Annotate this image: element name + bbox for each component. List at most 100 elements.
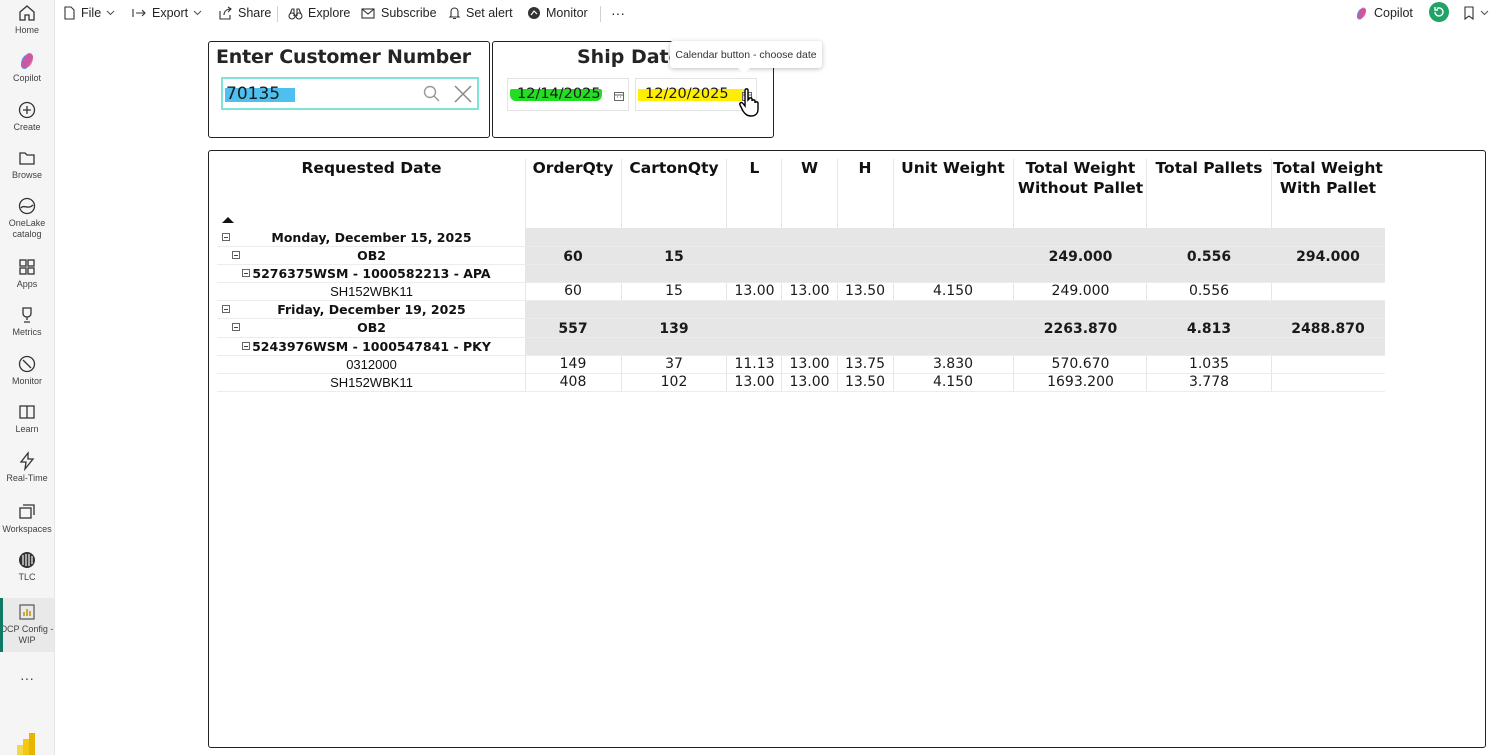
refresh-button[interactable] bbox=[1429, 2, 1449, 22]
copilot-button[interactable]: Copilot bbox=[1354, 4, 1413, 22]
end-date-value: 12/20/2025 bbox=[645, 86, 729, 102]
cell-h: 13.75 bbox=[844, 356, 886, 372]
nav-browse[interactable]: Browse bbox=[0, 148, 54, 181]
nav-home[interactable]: Home bbox=[0, 3, 54, 36]
bookmark-icon bbox=[1464, 6, 1474, 20]
share-button[interactable]: Share bbox=[218, 4, 271, 22]
customer-search-box[interactable] bbox=[221, 77, 479, 110]
bell-icon bbox=[448, 7, 461, 20]
close-icon[interactable] bbox=[453, 84, 473, 104]
explore-button[interactable]: Explore bbox=[288, 4, 350, 22]
row-header[interactable]: Monday, December 15, 2025 bbox=[249, 230, 494, 245]
ship-date-title: Ship Date bbox=[577, 46, 682, 68]
set-alert-button[interactable]: Set alert bbox=[448, 4, 513, 22]
export-label: Export bbox=[152, 6, 189, 20]
cell-pallets: 0.556 bbox=[1186, 249, 1232, 265]
cell-carton: 15 bbox=[665, 283, 683, 299]
binoculars-icon bbox=[288, 7, 303, 20]
cell-twop: 249.000 bbox=[1048, 249, 1113, 265]
header-w[interactable]: W bbox=[782, 159, 837, 179]
header-unit-weight[interactable]: Unit Weight bbox=[893, 159, 1013, 179]
header-requested-date[interactable]: Requested Date bbox=[249, 159, 494, 179]
nav-copilot[interactable]: Copilot bbox=[0, 51, 54, 84]
cell-carton: 102 bbox=[660, 374, 688, 390]
hand-cursor-icon bbox=[739, 88, 759, 117]
row-divider bbox=[217, 391, 1385, 392]
share-icon bbox=[219, 6, 232, 20]
copilot-icon bbox=[1357, 7, 1366, 19]
monitor-icon bbox=[18, 355, 36, 373]
row-divider bbox=[217, 337, 1385, 338]
power-bi-logo-icon bbox=[17, 733, 35, 755]
chevron-down-icon bbox=[1480, 10, 1489, 16]
nav-label: Copilot bbox=[12, 73, 41, 83]
nav-label: Real-Time bbox=[6, 473, 48, 483]
cell-unit: 4.150 bbox=[932, 374, 974, 390]
cell-carton: 15 bbox=[664, 249, 684, 265]
apps-icon bbox=[19, 259, 35, 275]
calendar-icon[interactable] bbox=[614, 92, 624, 101]
cell-pallets: 3.778 bbox=[1188, 374, 1230, 390]
chevron-down-icon bbox=[193, 10, 202, 16]
customer-number-input[interactable] bbox=[226, 84, 406, 104]
header-order-qty[interactable]: OrderQty bbox=[525, 159, 621, 179]
nav-tlc[interactable]: TLC bbox=[0, 550, 54, 583]
onelake-icon bbox=[18, 197, 36, 215]
toolbar-more-button[interactable]: ··· bbox=[611, 4, 625, 22]
nav-more-button[interactable]: ··· bbox=[0, 670, 54, 686]
file-label: File bbox=[81, 6, 102, 20]
subscribe-mail-icon bbox=[361, 7, 375, 19]
workspaces-icon bbox=[19, 504, 35, 519]
sort-ascending-icon[interactable] bbox=[222, 217, 234, 223]
row-header[interactable]: OB2 bbox=[249, 320, 494, 335]
bookmark-menu[interactable] bbox=[1463, 4, 1489, 22]
header-total-weight-without-pallet[interactable]: Total Weight Without Pallet bbox=[1014, 159, 1147, 198]
monitor-button[interactable]: Monitor bbox=[527, 4, 588, 22]
home-icon bbox=[19, 5, 35, 21]
collapse-icon[interactable] bbox=[232, 251, 240, 259]
nav-label: Monitor bbox=[11, 376, 42, 386]
nav-workspaces[interactable]: Workspaces bbox=[0, 502, 54, 535]
row-header[interactable]: 5276375WSM - 1000582213 - APA bbox=[249, 266, 494, 281]
collapse-icon[interactable] bbox=[232, 323, 240, 331]
nav-apps[interactable]: Apps bbox=[0, 257, 54, 290]
nav-learn[interactable]: Learn bbox=[0, 402, 54, 435]
cell-pallets: 0.556 bbox=[1188, 283, 1230, 299]
header-l[interactable]: L bbox=[727, 159, 782, 179]
cell-order: 149 bbox=[559, 356, 587, 372]
cell-twop: 2263.870 bbox=[1043, 321, 1118, 337]
cell-l: 13.00 bbox=[734, 374, 775, 390]
header-h[interactable]: H bbox=[837, 159, 893, 179]
cell-twp: 294.000 bbox=[1296, 249, 1360, 265]
search-icon[interactable] bbox=[423, 85, 441, 103]
header-total-weight-with-pallet[interactable]: Total Weight With Pallet bbox=[1271, 159, 1385, 198]
collapse-icon[interactable] bbox=[222, 233, 230, 241]
nav-dcp-config-wip[interactable]: DCP Config - WIP bbox=[0, 598, 54, 652]
cell-twp: 2488.870 bbox=[1291, 321, 1365, 337]
nav-real-time[interactable]: Real-Time bbox=[0, 451, 54, 484]
cell-w: 13.00 bbox=[789, 374, 830, 390]
row-header[interactable]: OB2 bbox=[249, 248, 494, 263]
top-toolbar: File Export Share Explore Subscribe Set … bbox=[55, 0, 1501, 27]
file-menu[interactable]: File bbox=[63, 4, 115, 22]
row-header[interactable]: 5243976WSM - 1000547841 - PKY bbox=[249, 339, 494, 354]
customer-number-slicer: Enter Customer Number bbox=[208, 41, 490, 138]
cell-carton: 37 bbox=[665, 356, 683, 372]
nav-create[interactable]: Create bbox=[0, 100, 54, 133]
cell-order: 557 bbox=[558, 321, 588, 337]
nav-monitor[interactable]: Monitor bbox=[0, 354, 54, 387]
nav-onelake-catalog[interactable]: OneLake catalog bbox=[0, 196, 54, 240]
monitor-label: Monitor bbox=[546, 6, 588, 20]
cell-h: 13.50 bbox=[844, 283, 886, 299]
file-icon bbox=[64, 6, 75, 20]
nav-metrics[interactable]: Metrics bbox=[0, 305, 54, 338]
header-carton-qty[interactable]: CartonQty bbox=[622, 159, 726, 179]
copilot-icon bbox=[21, 53, 33, 69]
start-date-input[interactable]: 12/14/2025 bbox=[507, 78, 629, 111]
collapse-icon[interactable] bbox=[222, 305, 230, 313]
export-menu[interactable]: Export bbox=[132, 4, 202, 22]
header-total-pallets[interactable]: Total Pallets bbox=[1147, 159, 1271, 179]
row-header[interactable]: Friday, December 19, 2025 bbox=[249, 302, 494, 317]
nav-label: OneLake catalog bbox=[8, 218, 46, 239]
subscribe-button[interactable]: Subscribe bbox=[361, 4, 437, 22]
